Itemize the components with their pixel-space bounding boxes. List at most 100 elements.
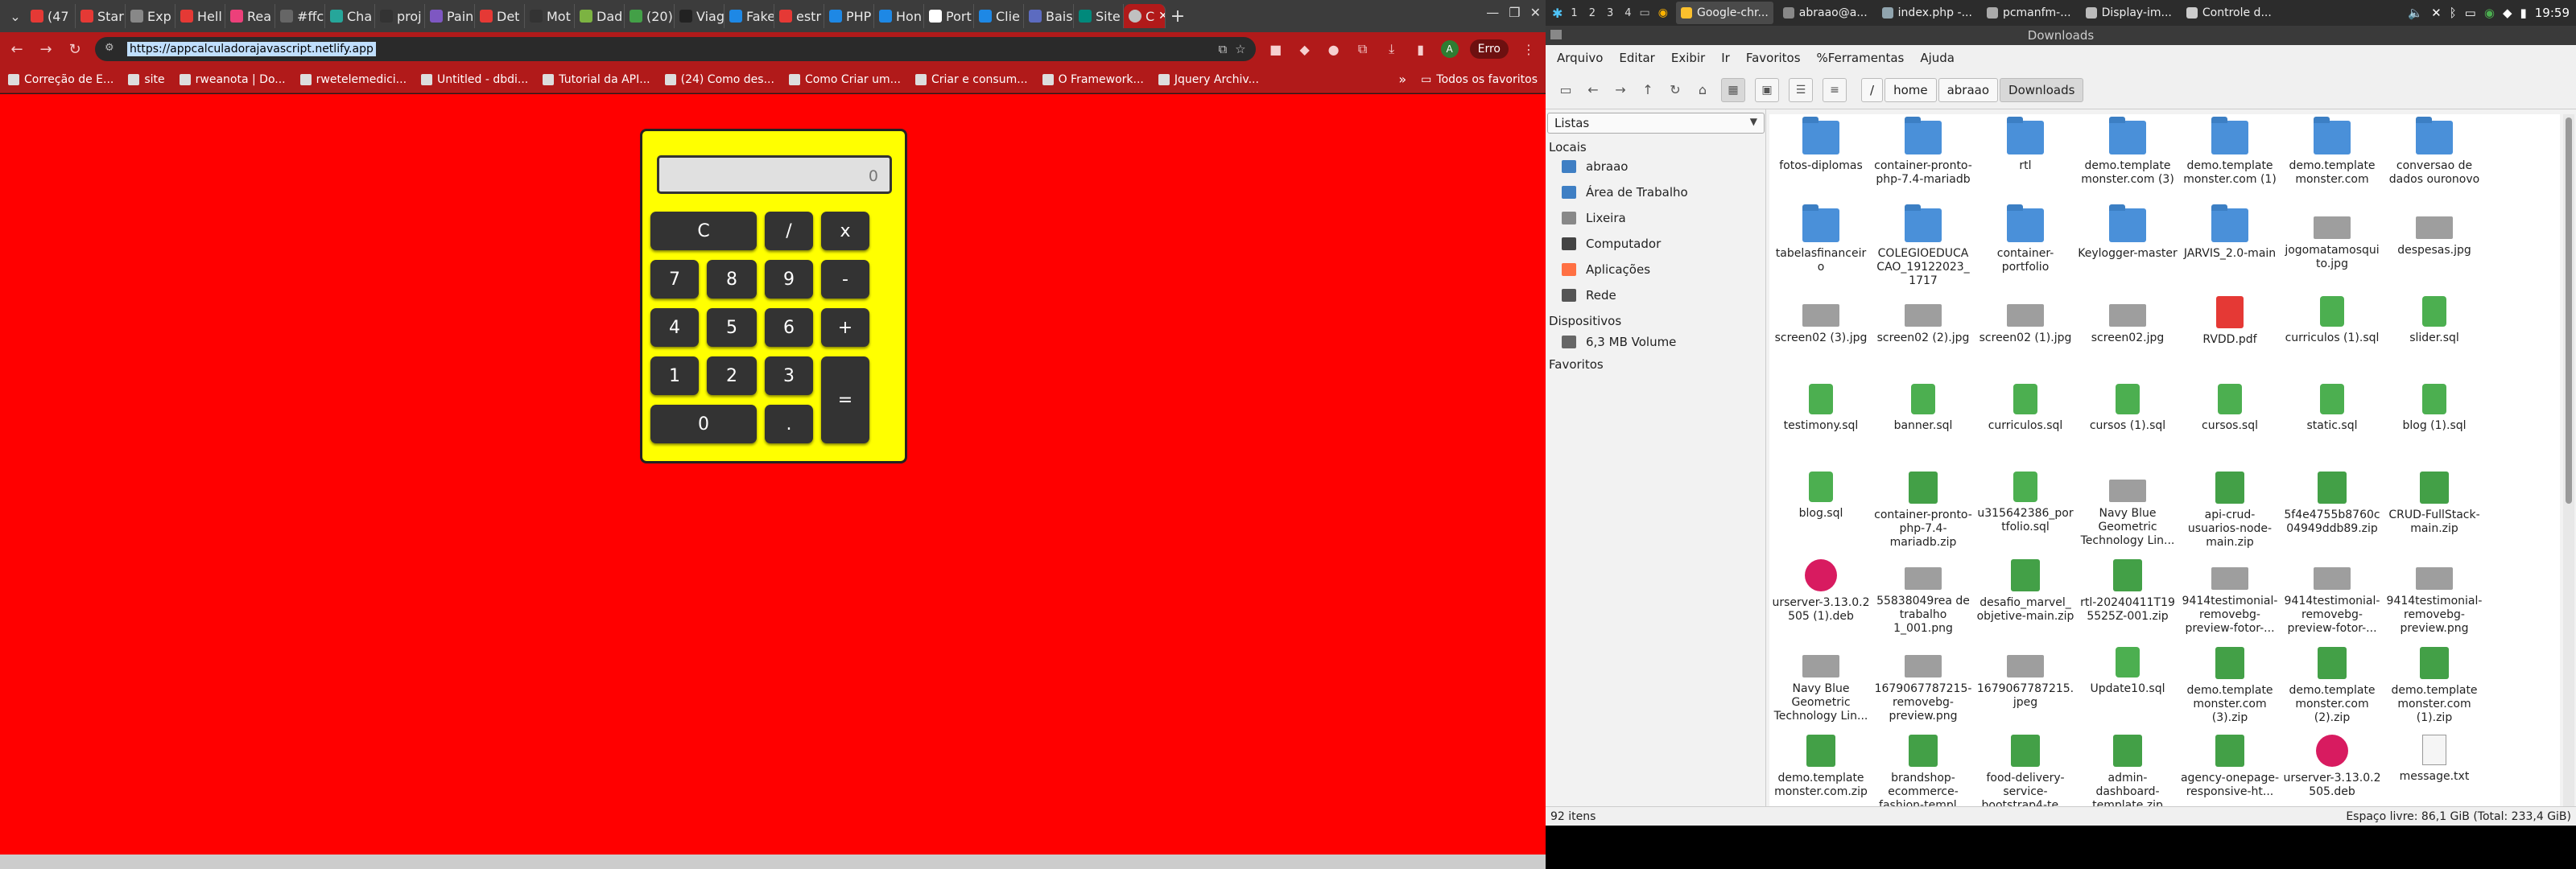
browser-tab[interactable]: proj [375, 4, 425, 28]
file-item[interactable]: RVDD.pdf [2180, 296, 2280, 347]
new-tab-icon[interactable]: ▭ [1557, 82, 1575, 97]
clear-button[interactable]: C [650, 212, 757, 250]
power-icon[interactable]: ◉ [2484, 6, 2495, 20]
file-item[interactable]: static.sql [2282, 384, 2382, 433]
file-item[interactable]: container-portfolio [1975, 204, 2075, 274]
bookmark-item[interactable]: rwetelemedici... [299, 73, 407, 86]
file-item[interactable]: rtl-20240411T19 5525Z-001.zip [2078, 559, 2178, 624]
browser-tab[interactable]: Pain [425, 4, 475, 28]
menu-item[interactable]: Editar [1619, 51, 1654, 65]
browser-tab[interactable]: Hell [175, 4, 225, 28]
menu-item[interactable]: Ir [1721, 51, 1730, 65]
icon-view-button[interactable]: ▦ [1721, 77, 1745, 102]
file-item[interactable]: 1679067787215-removebg-preview.png [1873, 647, 1973, 723]
digit-6-button[interactable]: 6 [765, 308, 813, 347]
digit-5-button[interactable]: 5 [707, 308, 757, 347]
vertical-scrollbar[interactable] [2563, 114, 2574, 806]
workspace-button[interactable]: 1 [1571, 7, 1577, 19]
extension-icon-2[interactable]: ◆ [1296, 42, 1314, 57]
file-item[interactable]: screen02 (3).jpg [1771, 296, 1871, 345]
site-info-icon[interactable]: ⚙ [105, 42, 119, 56]
file-item[interactable]: admin-dashboard-template.zip [2078, 735, 2178, 806]
url-text[interactable]: https://appcalculadorajavascript.netlify… [127, 42, 376, 56]
bookmark-item[interactable]: rweanota | Do... [179, 73, 286, 86]
browser-tab[interactable]: Exp [126, 4, 175, 28]
browser-tab[interactable]: Rea [225, 4, 275, 28]
file-item[interactable]: message.txt [2384, 735, 2484, 784]
browser-tab[interactable]: Cha [325, 4, 375, 28]
scrollbar-thumb[interactable] [2566, 117, 2572, 504]
file-item[interactable]: CRUD-FullStack-main.zip [2384, 472, 2484, 536]
file-manager-launcher-icon[interactable]: ▭ [1640, 6, 1650, 19]
browser-tab[interactable]: Star [76, 4, 126, 28]
file-item[interactable]: Keylogger-master [2078, 204, 2178, 261]
file-item[interactable]: fotos-diplomas [1771, 117, 1871, 173]
digit-3-button[interactable]: 3 [765, 356, 813, 395]
file-item[interactable]: blog.sql [1771, 472, 1871, 521]
detailed-view-button[interactable]: ≡ [1823, 77, 1847, 102]
translate-icon[interactable]: ⧉ [1218, 42, 1227, 56]
device-item[interactable]: 6,3 MB Volume [1562, 335, 1676, 349]
file-item[interactable]: JARVIS_2.0-main [2180, 204, 2280, 261]
menu-item[interactable]: Exibir [1671, 51, 1705, 65]
menu-item[interactable]: %Ferramentas [1817, 51, 1905, 65]
file-item[interactable]: container-pronto-php-7.4-mariadb [1873, 117, 1973, 187]
browser-tab[interactable]: Mot [525, 4, 575, 28]
divide-button[interactable]: / [765, 212, 813, 250]
file-item[interactable]: agency-onepage-responsive-ht... [2180, 735, 2280, 799]
file-item[interactable]: conversao de dados ouronovo [2384, 117, 2484, 187]
taskbar-item[interactable]: Controle d... [2182, 2, 2277, 24]
digit-7-button[interactable]: 7 [650, 260, 699, 299]
workspace-button[interactable]: 3 [1607, 7, 1613, 19]
browser-tab[interactable]: estr [774, 4, 824, 28]
file-item[interactable]: 9414testimonial-removebg-preview.png [2384, 559, 2484, 636]
file-item[interactable]: screen02 (2).jpg [1873, 296, 1973, 345]
digit-2-button[interactable]: 2 [707, 356, 757, 395]
file-item[interactable]: testimony.sql [1771, 384, 1871, 433]
file-item[interactable]: demo.template monster.com (1) [2180, 117, 2280, 187]
new-tab-button[interactable]: + [1166, 6, 1190, 27]
file-item[interactable]: 9414testimonial-removebg-preview-fotor-.… [2282, 559, 2382, 636]
browser-tab[interactable]: PHP [824, 4, 874, 28]
digit-0-button[interactable]: 0 [650, 405, 757, 443]
extension-icon-3[interactable]: ● [1325, 42, 1343, 57]
bookmark-item[interactable]: Como Criar um... [788, 73, 901, 86]
file-item[interactable]: cursos (1).sql [2078, 384, 2178, 433]
browser-tab[interactable]: (47 [26, 4, 76, 28]
file-item[interactable]: food-delivery-service-bootstrap4-te... [1975, 735, 2075, 806]
reload-icon[interactable]: ↻ [66, 41, 84, 58]
file-item[interactable]: rtl [1975, 117, 2075, 173]
close-tab-icon[interactable]: ✕ [1158, 10, 1165, 23]
sidebar-place-item[interactable]: Aplicações [1562, 262, 1650, 277]
side-panel-icon[interactable]: ▮ [1412, 42, 1430, 57]
calculator-display[interactable]: 0 [657, 155, 892, 194]
bookmark-item[interactable]: Untitled - dbdi... [421, 73, 528, 86]
file-item[interactable]: screen02.jpg [2078, 296, 2178, 345]
digit-4-button[interactable]: 4 [650, 308, 699, 347]
file-item[interactable]: brandshop-ecommerce-fashion-templ... [1873, 735, 1973, 806]
file-item[interactable]: Navy Blue Geometric Technology Lin... [2078, 472, 2178, 548]
breadcrumb-segment[interactable]: Downloads [2000, 77, 2084, 102]
file-item[interactable]: 5f4e4755b8760c 04949ddb89.zip [2282, 472, 2382, 536]
file-item[interactable]: slider.sql [2384, 296, 2484, 345]
multiply-button[interactable]: x [821, 212, 869, 250]
download-icon[interactable]: ⤓ [1383, 41, 1401, 57]
restore-icon[interactable]: ❐ [1509, 5, 1520, 20]
file-item[interactable]: demo.template monster.com (3).zip [2180, 647, 2280, 725]
digit-1-button[interactable]: 1 [650, 356, 699, 395]
bookmark-item[interactable]: Tutorial da API... [543, 73, 650, 86]
digit-8-button[interactable]: 8 [707, 260, 757, 299]
workspace-button[interactable]: 2 [1589, 7, 1596, 19]
equals-button[interactable]: = [821, 356, 869, 443]
address-bar[interactable]: ⚙ https://appcalculadorajavascript.netli… [95, 37, 1256, 61]
browser-tab[interactable]: Fake [724, 4, 774, 28]
horizontal-scrollbar[interactable] [0, 855, 1546, 869]
menu-item[interactable]: Favoritos [1746, 51, 1801, 65]
sidebar-place-item[interactable]: Computador [1562, 237, 1661, 251]
file-item[interactable]: cursos.sql [2180, 384, 2280, 433]
profile-avatar[interactable]: A [1440, 40, 1459, 58]
all-bookmarks-button[interactable]: ▭ Todos os favoritos [1421, 73, 1538, 86]
file-item[interactable]: Navy Blue Geometric Technology Lin... [1771, 647, 1871, 723]
browser-tab[interactable]: #ffc [275, 4, 325, 28]
file-item[interactable]: demo.template monster.com (1).zip [2384, 647, 2484, 725]
